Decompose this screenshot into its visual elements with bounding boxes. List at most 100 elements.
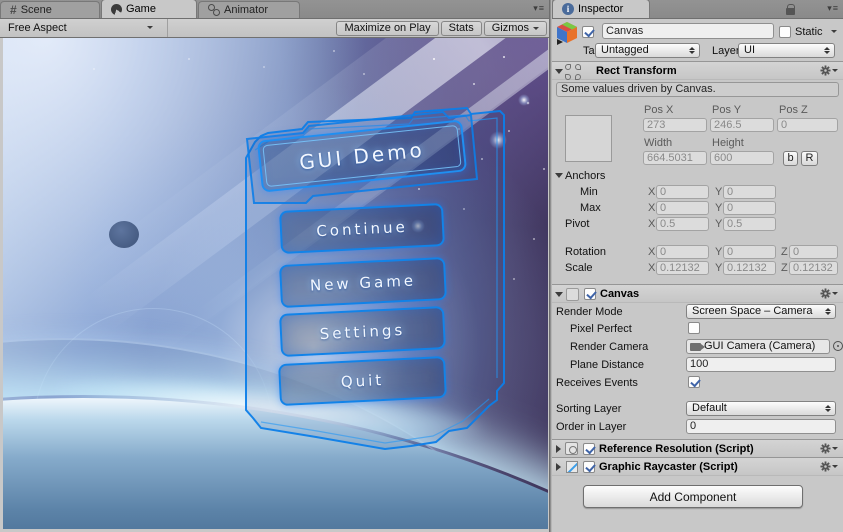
rotation-y-field[interactable]: 0: [723, 245, 776, 259]
add-component-button[interactable]: Add Component: [583, 485, 803, 508]
rect-transform-header[interactable]: Rect Transform: [552, 61, 843, 80]
lock-icon[interactable]: [786, 4, 795, 15]
foldout-icon[interactable]: [556, 445, 561, 453]
sorting-layer-dropdown[interactable]: Default: [686, 401, 836, 416]
updown-arrows-icon: [825, 405, 831, 412]
tab-animator-label: Animator: [224, 4, 269, 16]
quit-button[interactable]: Quit: [278, 355, 447, 407]
plane-distance-field[interactable]: 100: [686, 357, 836, 372]
width-field[interactable]: 664.5031: [643, 151, 707, 165]
axis-y-label: Y: [715, 186, 723, 198]
render-camera-object-field[interactable]: GUI Camera (Camera): [686, 339, 830, 354]
inspector-menu-icon[interactable]: ▾≡: [827, 3, 839, 14]
max-label: Max: [580, 202, 601, 214]
info-icon: i: [562, 3, 574, 15]
gear-icon[interactable]: [820, 65, 838, 76]
raw-edit-mode-button[interactable]: R: [801, 151, 818, 166]
maximize-on-play-label: Maximize on Play: [344, 21, 431, 34]
anchor-preset-preview[interactable]: [565, 115, 612, 162]
scale-z-field[interactable]: 0.12132: [789, 261, 838, 275]
object-picker-icon[interactable]: [833, 341, 843, 351]
axis-x-label: X: [648, 202, 656, 214]
quit-button-label: Quit: [340, 370, 385, 392]
scale-y-field[interactable]: 0.12132: [723, 261, 776, 275]
gear-menu-arrow: [832, 447, 838, 450]
width-label: Width: [644, 137, 673, 149]
gear-menu-arrow: [832, 69, 838, 72]
new-game-button-label: New Game: [309, 270, 417, 295]
static-dropdown-icon[interactable]: [831, 30, 837, 33]
pos-x-label: Pos X: [644, 104, 674, 116]
render-mode-dropdown[interactable]: Screen Space – Camera: [686, 304, 836, 319]
tag-dropdown[interactable]: Untagged: [595, 43, 700, 58]
tab-inspector[interactable]: i Inspector: [552, 0, 650, 18]
add-component-label: Add Component: [649, 489, 737, 504]
gameobject-name-field[interactable]: Canvas: [602, 23, 774, 39]
foldout-icon[interactable]: [555, 69, 563, 74]
new-game-button[interactable]: New Game: [279, 256, 447, 309]
anchor-min-x-field[interactable]: 0: [656, 185, 709, 199]
gameobject-active-checkbox[interactable]: [582, 26, 594, 38]
rect-transform-title: Rect Transform: [596, 65, 677, 77]
tab-game[interactable]: Game: [101, 0, 197, 18]
gameobject-cube-icon[interactable]: [555, 21, 579, 45]
updown-arrows-icon: [824, 47, 830, 54]
canvas-component-header[interactable]: Canvas: [552, 284, 843, 303]
scale-label: Scale: [565, 262, 593, 274]
axis-y-label: Y: [715, 218, 723, 230]
toolbar-button-group: Maximize on Play Stats Gizmos: [334, 20, 547, 36]
scale-x-field[interactable]: 0.12132: [656, 261, 709, 275]
receives-events-checkbox[interactable]: [688, 376, 700, 388]
static-checkbox[interactable]: [779, 26, 791, 38]
anchor-min-y-field[interactable]: 0: [723, 185, 776, 199]
chevron-down-icon: [147, 26, 153, 29]
pivot-x-field[interactable]: 0.5: [656, 217, 709, 231]
settings-button-label: Settings: [319, 320, 406, 343]
height-field[interactable]: 600: [710, 151, 774, 165]
menu-title-text: GUI Demo: [298, 137, 426, 175]
pos-z-field[interactable]: 0: [777, 118, 838, 132]
pos-x-field[interactable]: 273: [643, 118, 707, 132]
pos-y-field[interactable]: 246.5: [710, 118, 774, 132]
gear-icon[interactable]: [820, 461, 838, 472]
settings-button[interactable]: Settings: [279, 305, 446, 358]
graphic-raycaster-enabled-checkbox[interactable]: [583, 461, 595, 473]
rotation-label: Rotation: [565, 246, 606, 258]
anchor-max-y-field[interactable]: 0: [723, 201, 776, 215]
foldout-icon[interactable]: [556, 463, 561, 471]
gear-menu-arrow: [832, 292, 838, 295]
graphic-raycaster-icon: [566, 461, 578, 473]
pivot-y-field[interactable]: 0.5: [723, 217, 776, 231]
game-pacman-icon: [111, 3, 122, 15]
order-in-layer-field[interactable]: 0: [686, 419, 836, 434]
tab-animator[interactable]: Animator: [198, 1, 300, 18]
pane-menu-icon[interactable]: ▾≡: [533, 3, 545, 14]
axis-x-label: X: [648, 262, 656, 274]
game-view: GUI Demo Continue New Game Settings Quit: [3, 38, 548, 529]
sorting-layer-label: Sorting Layer: [556, 403, 622, 415]
tab-scene[interactable]: # Scene: [0, 1, 100, 18]
aspect-dropdown[interactable]: Free Aspect: [0, 19, 168, 37]
anchor-max-x-field[interactable]: 0: [656, 201, 709, 215]
rotation-z-field[interactable]: 0: [789, 245, 838, 259]
graphic-raycaster-header[interactable]: Graphic Raycaster (Script): [552, 457, 843, 476]
tag-value: Untagged: [601, 44, 649, 56]
pixel-perfect-checkbox[interactable]: [688, 322, 700, 334]
gear-icon[interactable]: [820, 443, 838, 454]
anchors-foldout-icon[interactable]: [555, 173, 563, 178]
rotation-x-field[interactable]: 0: [656, 245, 709, 259]
reference-resolution-enabled-checkbox[interactable]: [583, 443, 595, 455]
layer-dropdown[interactable]: UI: [738, 43, 835, 58]
blueprint-mode-button[interactable]: b: [783, 151, 798, 166]
stats-button[interactable]: Stats: [440, 20, 482, 36]
gear-icon[interactable]: [820, 288, 838, 299]
canvas-enabled-checkbox[interactable]: [584, 288, 596, 300]
axis-x-label: X: [648, 218, 656, 230]
maximize-on-play-button[interactable]: Maximize on Play: [336, 20, 439, 36]
updown-arrows-icon: [689, 47, 695, 54]
continue-button[interactable]: Continue: [279, 203, 445, 254]
reference-resolution-header[interactable]: Reference Resolution (Script): [552, 439, 843, 458]
axis-z-label: Z: [781, 246, 788, 258]
gizmos-button[interactable]: Gizmos: [483, 20, 547, 36]
foldout-icon[interactable]: [555, 292, 563, 297]
